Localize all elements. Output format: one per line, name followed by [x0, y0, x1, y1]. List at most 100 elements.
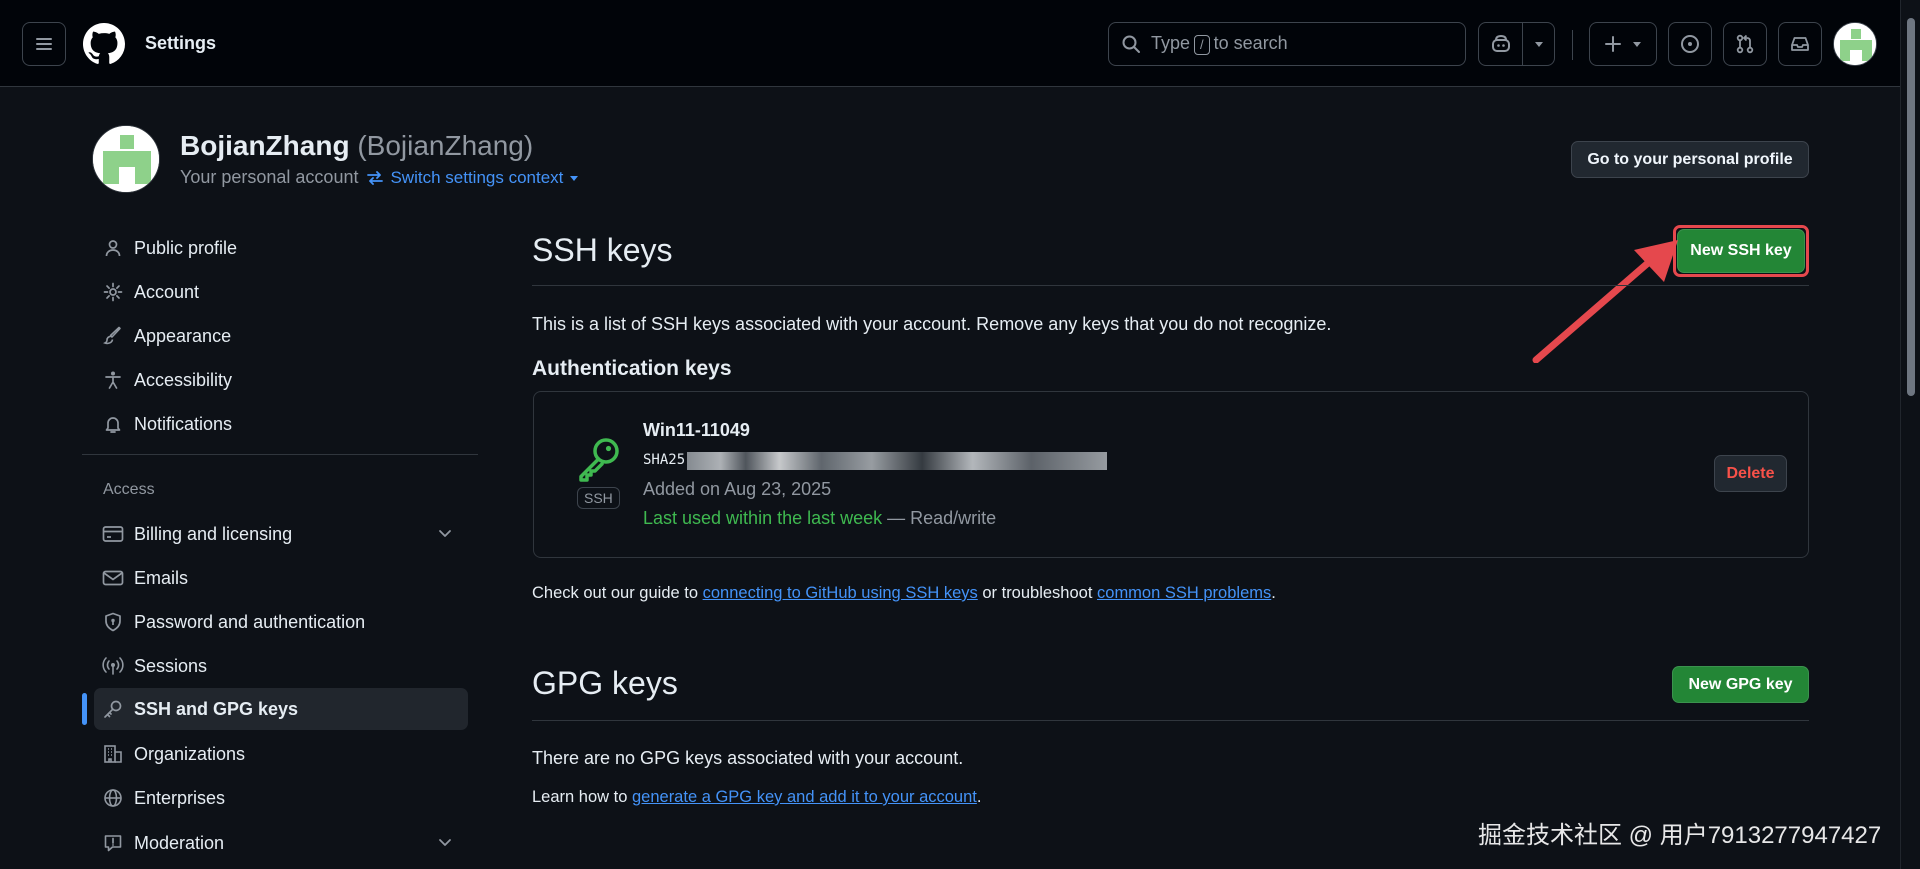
accessibility-icon [102, 369, 124, 391]
page-scrollbar[interactable] [1900, 0, 1920, 869]
person-icon [102, 237, 124, 259]
sidebar-item-billing[interactable]: Billing and licensing [94, 513, 468, 555]
sidebar-item-public-profile[interactable]: Public profile [94, 227, 468, 269]
authentication-keys-heading: Authentication keys [532, 357, 732, 380]
ssh-keys-title: SSH keys [532, 232, 673, 268]
copilot-button-group[interactable] [1478, 22, 1555, 66]
go-to-personal-profile-button[interactable]: Go to your personal profile [1571, 141, 1809, 178]
report-icon [102, 832, 124, 854]
arrow-switch-icon [367, 170, 384, 185]
sidebar-item-organizations[interactable]: Organizations [94, 733, 468, 775]
sidebar-item-accessibility[interactable]: Accessibility [94, 359, 468, 401]
account-login: (BojianZhang) [357, 130, 534, 161]
sidebar-item-label: Public profile [134, 237, 238, 258]
broadcast-icon [102, 655, 124, 677]
triangle-down-icon [1534, 42, 1543, 47]
bell-icon [102, 413, 124, 435]
gpg-section-divider [532, 720, 1809, 721]
sidebar-item-label: Organizations [134, 743, 246, 764]
sidebar-item-moderation[interactable]: Moderation [94, 822, 468, 864]
notifications-inbox-button[interactable] [1778, 22, 1822, 66]
learn-prefix: Learn how to [532, 788, 632, 806]
user-avatar-button[interactable] [1833, 22, 1877, 66]
sidebar-item-enterprises[interactable]: Enterprises [94, 777, 468, 819]
copilot-dropdown[interactable] [1523, 38, 1554, 50]
triangle-down-icon [570, 175, 579, 181]
watermark-text: 掘金技术社区 @ 用户7913277947427 [1478, 822, 1882, 849]
mail-icon [102, 567, 124, 589]
generate-gpg-key-link[interactable]: generate a GPG key and add it to your ac… [632, 788, 977, 806]
search-prefix: Type [1151, 33, 1191, 53]
ssh-key-item: SSH Win11-11049 SHA25 Added on Aug 23, 2… [533, 391, 1809, 558]
account-subtitle: Your personal account [180, 167, 359, 187]
active-item-indicator [82, 693, 87, 725]
octocat-icon [83, 23, 125, 64]
github-logo[interactable] [83, 23, 125, 65]
triangle-down-icon [1633, 42, 1641, 47]
sidebar-item-label: Sessions [134, 655, 208, 676]
sidebar-item-ssh-gpg-keys[interactable]: SSH and GPG keys [94, 688, 468, 730]
sidebar-item-emails[interactable]: Emails [94, 557, 468, 599]
guide-middle: or troubleshoot [977, 584, 1098, 602]
redacted-fingerprint [687, 452, 1107, 470]
identicon-avatar-icon [1834, 23, 1876, 65]
ssh-guide-text: Check out our guide to connecting to Git… [532, 584, 1276, 603]
chevron-down-icon[interactable] [436, 524, 454, 542]
globe-icon [102, 787, 124, 809]
ssh-section-divider [532, 285, 1809, 286]
search-placeholder: Type / to search [1151, 33, 1288, 55]
ssh-badge: SSH [577, 487, 620, 509]
sidebar-item-password-auth[interactable]: Password and authentication [94, 601, 468, 643]
search-input[interactable]: Type / to search [1108, 22, 1466, 66]
pull-requests-button[interactable] [1723, 22, 1767, 66]
account-name[interactable]: BojianZhang (BojianZhang) [180, 130, 533, 162]
new-gpg-key-button[interactable]: New GPG key [1672, 666, 1809, 703]
delete-ssh-key-button[interactable]: Delete [1714, 455, 1787, 492]
ssh-description: This is a list of SSH keys associated wi… [532, 314, 1332, 334]
sidebar-item-account[interactable]: Account [94, 271, 468, 313]
sidebar-item-label: Moderation [134, 832, 225, 853]
paintbrush-icon [102, 325, 124, 347]
create-new-button[interactable] [1589, 22, 1657, 66]
sidebar-item-label: SSH and GPG keys [134, 698, 299, 719]
sidebar-item-label: Enterprises [134, 787, 226, 808]
issue-opened-icon [1681, 35, 1699, 53]
header-divider [1572, 30, 1573, 60]
account-avatar [92, 125, 160, 193]
common-ssh-problems-link[interactable]: common SSH problems [1097, 584, 1271, 602]
annotation-arrow-icon [1532, 240, 1678, 363]
page-context-title[interactable]: Settings [145, 33, 216, 54]
sidebar-item-sessions[interactable]: Sessions [94, 645, 468, 687]
sidebar-item-notifications[interactable]: Notifications [94, 403, 468, 445]
gpg-keys-title: GPG keys [532, 665, 678, 701]
ssh-key-added-date: Added on Aug 23, 2025 [643, 479, 832, 499]
gpg-learn-text: Learn how to generate a GPG key and add … [532, 788, 981, 807]
sidebar-item-appearance[interactable]: Appearance [94, 315, 468, 357]
key-icon [579, 438, 619, 482]
account-display-name[interactable]: BojianZhang [180, 130, 350, 161]
search-icon [1122, 35, 1140, 53]
guide-prefix: Check out our guide to [532, 584, 703, 602]
fingerprint-prefix: SHA25 [643, 452, 686, 468]
search-shortcut-key: / [1194, 35, 1210, 55]
copilot-button[interactable] [1479, 33, 1522, 55]
sidebar-item-label: Billing and licensing [134, 523, 293, 544]
ssh-key-fingerprint: SHA25 [643, 452, 1107, 470]
guide-suffix: . [1271, 584, 1276, 602]
switch-context-label: Switch settings context [390, 167, 564, 187]
access-level-text: — Read/write [882, 508, 997, 528]
gear-icon [102, 281, 124, 303]
ssh-key-usage: Last used within the last week — Read/wr… [643, 508, 996, 529]
issues-button[interactable] [1668, 22, 1712, 66]
last-used-text: Last used within the last week [643, 508, 883, 528]
annotation-highlight-box [1673, 225, 1809, 277]
scrollbar-thumb[interactable] [1907, 18, 1915, 396]
switch-settings-context-link[interactable]: Switch settings context [366, 168, 579, 188]
connecting-ssh-guide-link[interactable]: connecting to GitHub using SSH keys [703, 584, 978, 602]
menu-button[interactable] [22, 22, 66, 66]
credit-card-icon [102, 523, 124, 545]
identicon-avatar-icon [93, 126, 159, 192]
chevron-down-icon[interactable] [436, 833, 454, 851]
learn-suffix: . [976, 788, 982, 806]
key-icon [102, 698, 124, 720]
